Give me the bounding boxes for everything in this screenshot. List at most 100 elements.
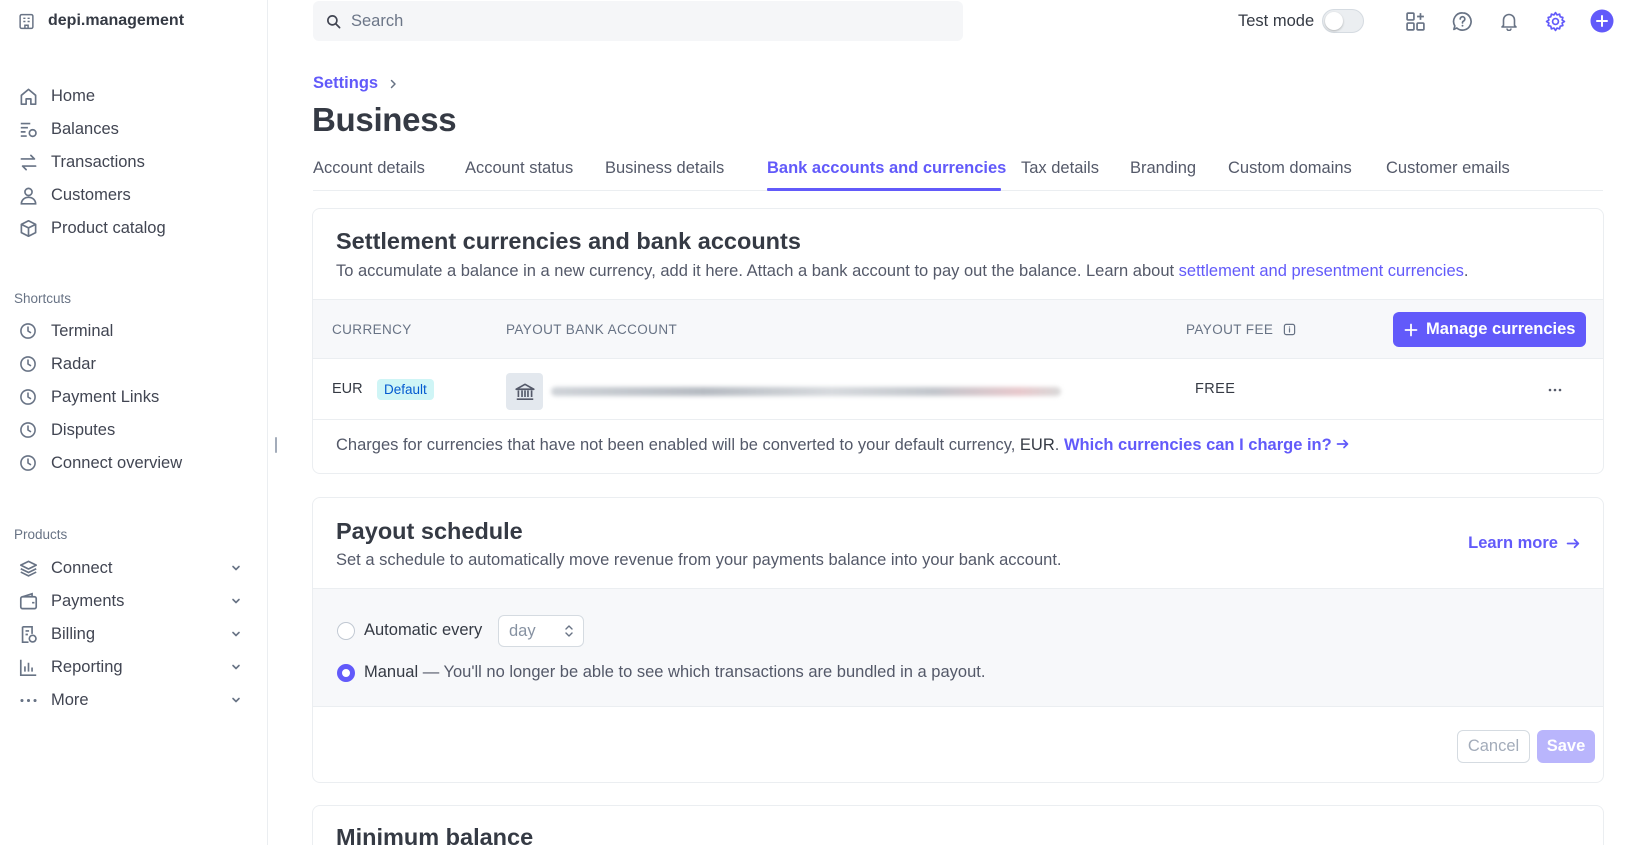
clock-icon <box>18 387 38 407</box>
sidebar-item-customers[interactable]: Customers <box>18 180 250 210</box>
tab-business-details[interactable]: Business details <box>605 159 724 178</box>
which-currencies-label: Which currencies can I charge in? <box>1063 436 1332 454</box>
redacted-bank-account <box>551 387 1061 396</box>
manage-currencies-button[interactable]: Manage currencies <box>1393 312 1587 347</box>
sidebar-item-label: Connect <box>51 558 113 577</box>
chevron-down-icon[interactable] <box>230 595 242 607</box>
sidebar-item-label: Disputes <box>51 420 116 439</box>
tab-account-status[interactable]: Account status <box>465 159 573 178</box>
tab-account-details[interactable]: Account details <box>313 159 425 178</box>
row-currency: EUR <box>332 381 363 397</box>
sidebar-item-label: Product catalog <box>51 218 166 237</box>
settlement-title: Settlement currencies and bank accounts <box>336 228 801 254</box>
chevron-down-icon[interactable] <box>230 562 242 574</box>
currency-conversion-note: Charges for currencies that have not bee… <box>336 436 1350 455</box>
sidebar-item-payment-links[interactable]: Payment Links <box>18 382 250 412</box>
default-currency: EUR <box>1019 436 1055 454</box>
which-currencies-link[interactable]: Which currencies can I charge in? <box>1064 436 1350 454</box>
row-payout-fee: FREE <box>1195 381 1236 397</box>
sidebar-item-terminal[interactable]: Terminal <box>18 316 250 346</box>
settlement-desc-text: To accumulate a balance in a new currenc… <box>336 262 1179 280</box>
interval-select[interactable]: day <box>498 615 584 647</box>
column-payout-bank-account: PAYOUT BANK ACCOUNT <box>506 322 678 337</box>
sidebar: depi.management Home Balances Transactio… <box>0 0 268 845</box>
conversion-note-text: Charges for currencies that have not bee… <box>336 436 1020 454</box>
sidebar-item-transactions[interactable]: Transactions <box>18 147 250 177</box>
clock-icon <box>18 321 38 341</box>
sidebar-item-home[interactable]: Home <box>18 81 250 111</box>
test-mode-label: Test mode <box>1238 11 1315 30</box>
learn-more-link[interactable]: Learn more <box>1468 534 1581 553</box>
chevron-down-icon[interactable] <box>230 661 242 673</box>
manual-label: Manual <box>364 663 419 681</box>
plus-icon <box>1404 323 1418 337</box>
tab-branding[interactable]: Branding <box>1130 159 1196 178</box>
sidebar-item-connect[interactable]: Connect <box>18 553 250 583</box>
automatic-radio[interactable] <box>337 622 355 640</box>
clock-icon <box>18 354 38 374</box>
sidebar-item-connect-overview[interactable]: Connect overview <box>18 448 250 478</box>
test-mode-toggle[interactable] <box>1322 9 1365 33</box>
breadcrumb: Settings <box>313 74 398 93</box>
sidebar-item-disputes[interactable]: Disputes <box>18 415 250 445</box>
settlement-currencies-card: Settlement currencies and bank accounts … <box>312 208 1604 474</box>
balances-icon <box>18 119 38 139</box>
search-bar[interactable] <box>313 1 963 41</box>
chevron-down-icon[interactable] <box>230 694 242 706</box>
notifications-icon[interactable] <box>1497 9 1521 33</box>
help-icon[interactable] <box>1450 9 1474 33</box>
apps-icon[interactable] <box>1403 9 1427 33</box>
clock-icon <box>18 420 38 440</box>
save-button[interactable]: Save <box>1537 730 1595 763</box>
sidebar-item-label: Terminal <box>51 321 114 340</box>
learn-more-label: Learn more <box>1468 534 1558 552</box>
sidebar-item-billing[interactable]: Billing <box>18 619 250 649</box>
sidebar-item-radar[interactable]: Radar <box>18 349 250 379</box>
account-switcher[interactable]: depi.management <box>18 10 184 32</box>
breadcrumb-settings-link[interactable]: Settings <box>313 74 378 93</box>
conversion-note-suffix: . <box>1054 436 1060 454</box>
products-heading: Products <box>14 527 68 542</box>
settlement-description: To accumulate a balance in a new currenc… <box>336 262 1469 281</box>
minimum-balance-card: Minimum balance <box>312 805 1604 845</box>
page-title: Business <box>312 101 457 138</box>
sidebar-item-product-catalog[interactable]: Product catalog <box>18 213 250 243</box>
sidebar-item-label: Connect overview <box>51 453 183 472</box>
active-tab-indicator <box>767 188 1001 191</box>
sidebar-item-more[interactable]: More <box>18 685 250 715</box>
sidebar-resize-handle[interactable] <box>275 437 277 453</box>
chevron-up-down-icon <box>563 624 575 638</box>
table-row[interactable]: EUR Default FREE <box>313 359 1603 420</box>
sidebar-item-label: Home <box>51 86 96 105</box>
chevron-down-icon[interactable] <box>230 628 242 640</box>
sidebar-item-label: Billing <box>51 624 96 643</box>
tab-custom-domains[interactable]: Custom domains <box>1228 159 1352 178</box>
sidebar-item-label: Transactions <box>51 152 145 171</box>
sidebar-item-reporting[interactable]: Reporting <box>18 652 250 682</box>
bank-icon <box>506 373 543 410</box>
create-icon[interactable] <box>1590 9 1614 33</box>
info-icon[interactable] <box>1283 323 1296 336</box>
row-actions-icon[interactable] <box>1543 378 1567 402</box>
product-catalog-icon <box>18 218 38 238</box>
more-icon <box>18 690 38 710</box>
tab-tax-details[interactable]: Tax details <box>1021 159 1099 178</box>
tab-bank-accounts-and-currencies[interactable]: Bank accounts and currencies <box>767 159 1006 178</box>
sidebar-item-balances[interactable]: Balances <box>18 114 250 144</box>
search-input[interactable] <box>351 11 931 31</box>
sidebar-item-payments[interactable]: Payments <box>18 586 250 616</box>
manual-radio[interactable] <box>337 664 355 682</box>
payout-schedule-card: Payout schedule Set a schedule to automa… <box>312 497 1604 783</box>
settlement-presentment-link[interactable]: settlement and presentment currencies <box>1179 262 1464 280</box>
arrow-right-icon <box>1336 437 1350 451</box>
cancel-button[interactable]: Cancel <box>1457 730 1530 763</box>
arrow-right-icon <box>1566 536 1581 551</box>
connect-icon <box>18 558 38 578</box>
sidebar-item-label: Customers <box>51 185 131 204</box>
sidebar-item-label: Balances <box>51 119 119 138</box>
column-payout-fee: PAYOUT FEE <box>1186 322 1296 337</box>
settings-icon[interactable] <box>1543 9 1567 33</box>
manage-currencies-label: Manage currencies <box>1426 320 1576 338</box>
clock-icon <box>18 453 38 473</box>
tab-customer-emails[interactable]: Customer emails <box>1386 159 1510 178</box>
